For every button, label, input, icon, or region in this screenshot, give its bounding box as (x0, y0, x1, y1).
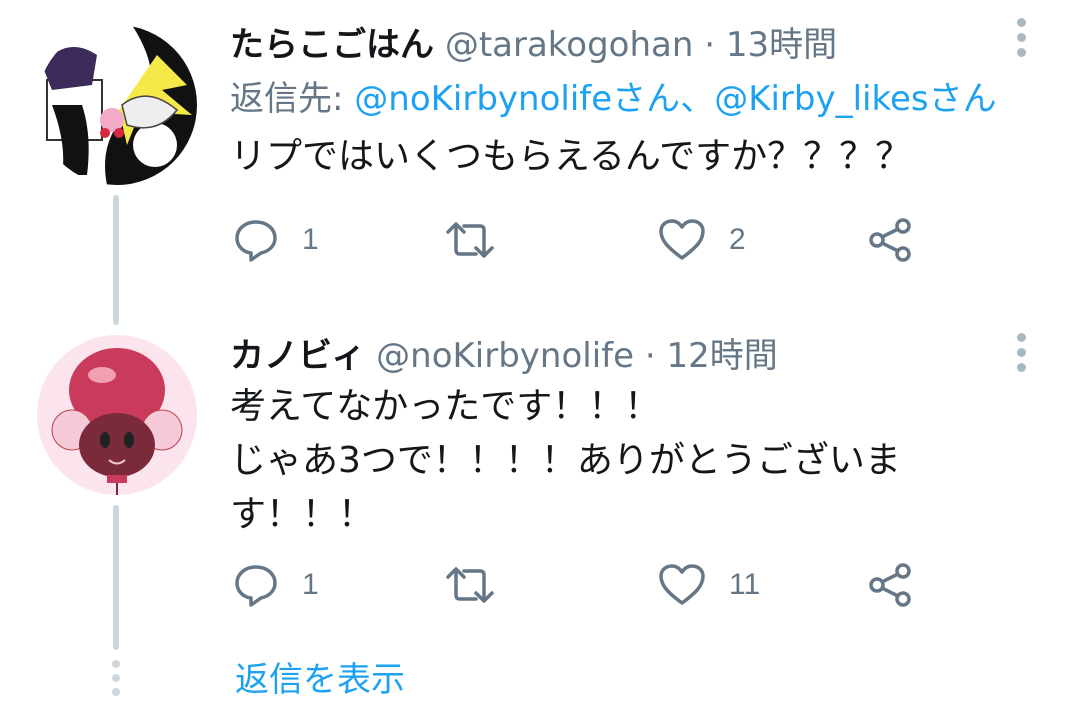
timestamp[interactable]: 12時間 (666, 336, 777, 376)
reply-count: 1 (302, 568, 319, 601)
tweet-text-line: 考えてなかったです！！！ (230, 386, 661, 427)
share-icon (869, 218, 911, 262)
retweet-icon (446, 222, 494, 258)
tweet[interactable]: たらこごはん @tarakogohan · 13時間 返信先: @noKirby… (0, 0, 1069, 300)
reply-count: 1 (302, 223, 319, 256)
share-button[interactable] (867, 215, 915, 265)
avatar[interactable] (37, 25, 197, 185)
more-options-icon[interactable] (1017, 18, 1027, 63)
tweet-text: 考えてなかったです！！！ じゃあ3つで！！！！ありがとうございま す！！！ (230, 380, 1010, 542)
tweet-actions: 1 11 (232, 560, 932, 610)
tweet-text-line: リプではいくつもらえるんですか？？？？ (230, 136, 912, 177)
tweet-header: たらこごはん @tarakogohan · 13時間 (230, 24, 837, 66)
retweet-button[interactable] (442, 215, 520, 265)
tweet[interactable]: カノビィ @noKirbynolife · 12時間 考えてなかったです！！！ … (0, 300, 1069, 645)
reply-to-user-link[interactable]: @noKirbynolifeさん (354, 79, 680, 119)
retweet-icon (446, 567, 494, 603)
heart-icon (659, 564, 705, 605)
reply-to-comma: 、 (680, 79, 715, 119)
separator: · (704, 25, 716, 65)
reply-to-line: 返信先: @noKirbynolifeさん、@Kirby_likesさん (230, 78, 997, 120)
retweet-button[interactable] (442, 560, 520, 610)
avatar[interactable] (37, 335, 197, 495)
tweet-actions: 1 2 (232, 215, 932, 265)
like-button[interactable]: 11 (657, 560, 760, 610)
pink-kirby-avatar-icon (37, 335, 197, 495)
reply-icon (235, 220, 277, 262)
tweet-text-line: す！！！ (230, 494, 375, 535)
thread-continuation-dots (112, 660, 120, 702)
like-button[interactable]: 2 (657, 215, 746, 265)
user-handle[interactable]: @tarakogohan (445, 25, 694, 65)
black-white-character-avatar-icon (37, 25, 197, 185)
thread-connector (113, 505, 119, 650)
tweet-text: リプではいくつもらえるんですか？？？？ (230, 130, 1010, 184)
share-button[interactable] (867, 560, 915, 610)
like-count: 11 (729, 568, 761, 601)
display-name[interactable]: カノビィ (230, 336, 365, 376)
reply-button[interactable]: 1 (232, 215, 319, 265)
tweet-text-line: じゃあ3つで！！！！ありがとうございま (230, 440, 901, 481)
reply-to-label: 返信先: (230, 79, 344, 119)
reply-icon (235, 565, 277, 607)
separator: · (644, 336, 656, 376)
user-handle[interactable]: @noKirbynolife (376, 336, 634, 376)
display-name[interactable]: たらこごはん (230, 25, 434, 65)
like-count: 2 (729, 223, 746, 256)
timestamp[interactable]: 13時間 (726, 25, 837, 65)
heart-icon (659, 219, 705, 260)
share-icon (869, 563, 911, 607)
reply-to-user-link[interactable]: @Kirby_likesさん (714, 79, 996, 119)
more-options-icon[interactable] (1017, 333, 1027, 378)
show-replies-link[interactable]: 返信を表示 (235, 655, 405, 705)
reply-button[interactable]: 1 (232, 560, 319, 610)
tweet-header: カノビィ @noKirbynolife · 12時間 (230, 335, 778, 377)
